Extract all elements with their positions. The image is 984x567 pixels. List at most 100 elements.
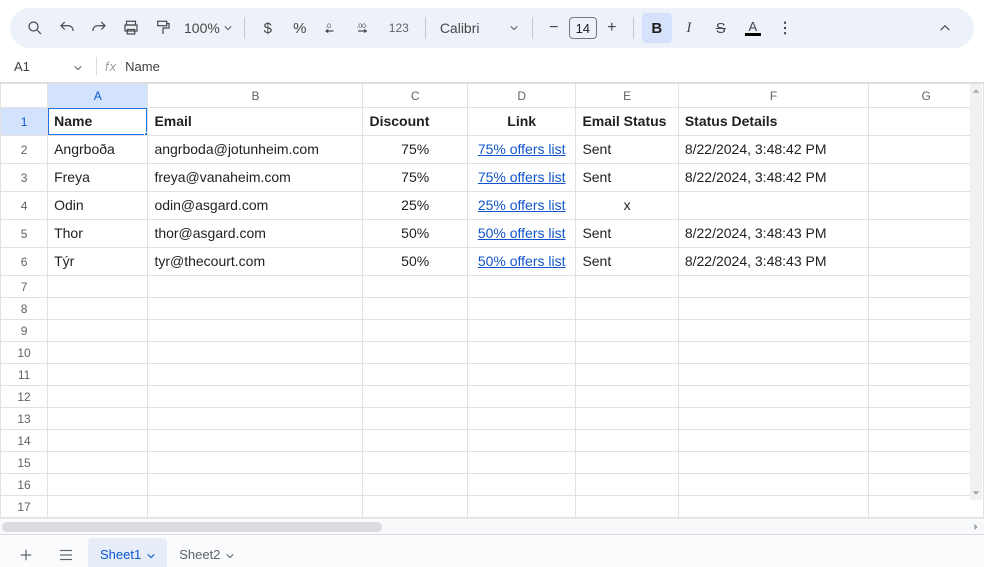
currency-icon[interactable]: $ [253,13,283,43]
sheet-tab[interactable]: Sheet1 [88,538,167,567]
cell[interactable] [148,276,363,298]
cell[interactable]: Email Status [576,108,678,136]
cell[interactable] [869,474,984,496]
scroll-up-button[interactable] [970,84,982,98]
cell[interactable] [148,320,363,342]
column-header[interactable]: G [869,84,984,108]
cell[interactable] [869,364,984,386]
cell[interactable] [576,276,678,298]
cell[interactable] [869,320,984,342]
column-header[interactable]: F [678,84,868,108]
cells-table[interactable]: ABCDEFG 1NameEmailDiscountLinkEmail Stat… [0,83,984,518]
cell[interactable] [48,496,148,518]
cell[interactable] [869,298,984,320]
sheet-tab[interactable]: Sheet2 [167,538,246,567]
cell[interactable] [467,408,576,430]
column-header[interactable]: B [148,84,363,108]
cell[interactable]: thor@asgard.com [148,220,363,248]
cell[interactable] [869,386,984,408]
scroll-right-button[interactable] [968,519,984,535]
select-all-corner[interactable] [1,84,48,108]
cell[interactable]: 50% [363,220,467,248]
cell[interactable]: Sent [576,136,678,164]
row-header[interactable]: 13 [1,408,48,430]
text-color-button[interactable]: A [738,13,768,43]
cell[interactable] [678,342,868,364]
paint-format-icon[interactable] [148,13,178,43]
cell[interactable]: 25% offers list [467,192,576,220]
cell[interactable] [148,408,363,430]
cell[interactable] [678,192,868,220]
cell[interactable]: 50% offers list [467,248,576,276]
cell[interactable]: 75% [363,164,467,192]
strikethrough-button[interactable]: S [706,13,736,43]
cell[interactable] [576,342,678,364]
add-sheet-button[interactable] [8,539,44,567]
cell[interactable] [363,342,467,364]
cell[interactable] [576,430,678,452]
cell[interactable]: tyr@thecourt.com [148,248,363,276]
row-header[interactable]: 2 [1,136,48,164]
decrease-decimal-icon[interactable]: .0 [317,13,347,43]
cell[interactable]: Email [148,108,363,136]
cell[interactable]: 75% [363,136,467,164]
all-sheets-button[interactable] [48,539,84,567]
cell[interactable] [678,474,868,496]
cell[interactable] [467,364,576,386]
cell[interactable] [576,496,678,518]
cell[interactable] [576,408,678,430]
cell[interactable] [467,342,576,364]
row-header[interactable]: 6 [1,248,48,276]
zoom-dropdown[interactable]: 100% [180,20,236,36]
row-header[interactable]: 10 [1,342,48,364]
cell[interactable] [363,364,467,386]
cell[interactable]: Thor [48,220,148,248]
redo-icon[interactable] [84,13,114,43]
cell[interactable] [48,474,148,496]
bold-button[interactable]: B [642,13,672,43]
cell[interactable] [363,496,467,518]
cell[interactable]: Sent [576,164,678,192]
cell[interactable]: Odin [48,192,148,220]
increase-font-size-button[interactable]: + [599,13,625,43]
row-header[interactable]: 5 [1,220,48,248]
row-header[interactable]: 14 [1,430,48,452]
cell[interactable]: odin@asgard.com [148,192,363,220]
cell[interactable] [678,364,868,386]
row-header[interactable]: 4 [1,192,48,220]
decrease-font-size-button[interactable]: − [541,13,567,43]
cell[interactable]: 50% offers list [467,220,576,248]
cell[interactable] [869,220,984,248]
cell[interactable]: Sent [576,220,678,248]
row-header[interactable]: 1 [1,108,48,136]
cell[interactable] [576,474,678,496]
cell[interactable] [869,136,984,164]
row-header[interactable]: 7 [1,276,48,298]
italic-button[interactable]: I [674,13,704,43]
column-header[interactable]: D [467,84,576,108]
cell[interactable]: 8/22/2024, 3:48:43 PM [678,248,868,276]
row-header[interactable]: 11 [1,364,48,386]
search-icon[interactable] [20,13,50,43]
cell[interactable] [363,474,467,496]
print-icon[interactable] [116,13,146,43]
cell[interactable] [363,408,467,430]
row-header[interactable]: 16 [1,474,48,496]
cell[interactable] [363,320,467,342]
cell[interactable] [148,386,363,408]
cell[interactable] [148,474,363,496]
cell[interactable] [869,192,984,220]
column-header[interactable]: C [363,84,467,108]
horizontal-scroll-thumb[interactable] [2,522,382,532]
cell[interactable] [363,430,467,452]
row-header[interactable]: 9 [1,320,48,342]
cell[interactable] [576,298,678,320]
cell[interactable] [678,386,868,408]
cell[interactable]: Sent [576,248,678,276]
cell[interactable] [148,496,363,518]
more-formatting-button[interactable] [770,13,800,43]
row-header[interactable]: 15 [1,452,48,474]
row-header[interactable]: 8 [1,298,48,320]
row-header[interactable]: 3 [1,164,48,192]
cell[interactable]: 8/22/2024, 3:48:42 PM [678,164,868,192]
